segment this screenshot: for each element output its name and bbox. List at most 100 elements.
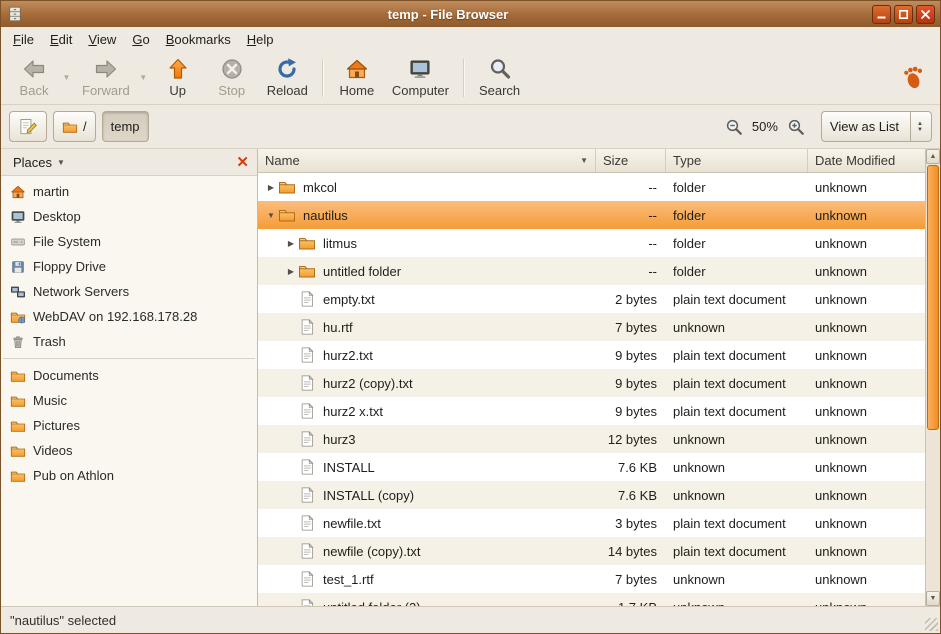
- home-button[interactable]: Home: [331, 54, 383, 101]
- file-type: folder: [666, 180, 808, 195]
- column-header-type[interactable]: Type: [666, 149, 808, 172]
- file-row-untitled-folder-2[interactable]: untitled folder (2)1.7 KBunknownunknown: [258, 593, 925, 606]
- file-icon: [298, 402, 316, 420]
- file-icon: [298, 542, 316, 560]
- menu-edit[interactable]: Edit: [42, 29, 80, 50]
- menu-file[interactable]: File: [5, 29, 42, 50]
- menu-help[interactable]: Help: [239, 29, 282, 50]
- column-header-size[interactable]: Size: [596, 149, 666, 172]
- expander-collapsed-icon[interactable]: ▶: [284, 267, 298, 276]
- file-type: unknown: [666, 320, 808, 335]
- sidebar-item-pub-on-athlon[interactable]: Pub on Athlon: [1, 463, 257, 488]
- file-row-hurz2-txt[interactable]: hurz2.txt9 bytesplain text documentunkno…: [258, 341, 925, 369]
- reload-button[interactable]: Reload: [260, 54, 315, 101]
- titlebar[interactable]: temp - File Browser: [1, 1, 940, 27]
- menu-bookmarks[interactable]: Bookmarks: [158, 29, 239, 50]
- sidebar-header: Places ▼ ✕: [1, 149, 257, 176]
- menu-view[interactable]: View: [80, 29, 124, 50]
- column-header-date-modified[interactable]: Date Modified: [808, 149, 925, 172]
- file-row-hurz2-copy-txt[interactable]: hurz2 (copy).txt9 bytesplain text docume…: [258, 369, 925, 397]
- file-row-litmus[interactable]: ▶litmus--folderunknown: [258, 229, 925, 257]
- sidebar-item-file-system[interactable]: File System: [1, 229, 257, 254]
- sidebar-item-videos[interactable]: Videos: [1, 438, 257, 463]
- scrollbar-track[interactable]: [926, 164, 940, 591]
- file-name: INSTALL: [323, 460, 375, 475]
- status-text: "nautilus" selected: [10, 613, 116, 628]
- file-row-empty-txt[interactable]: empty.txt2 bytesplain text documentunkno…: [258, 285, 925, 313]
- scroll-down-button[interactable]: ▼: [926, 591, 940, 606]
- arrow-left-icon: [22, 57, 46, 81]
- expander-collapsed-icon[interactable]: ▶: [264, 183, 278, 192]
- path-root-button[interactable]: /: [53, 111, 96, 142]
- sidebar-item-floppy-drive[interactable]: Floppy Drive: [1, 254, 257, 279]
- floppy-icon: [10, 259, 26, 275]
- file-size: 7.6 KB: [596, 488, 666, 503]
- file-row-hu-rtf[interactable]: hu.rtf7 bytesunknownunknown: [258, 313, 925, 341]
- home-icon: [10, 184, 26, 200]
- back-button[interactable]: Back: [8, 54, 60, 101]
- file-row-install-copy[interactable]: INSTALL (copy)7.6 KBunknownunknown: [258, 481, 925, 509]
- back-label: Back: [20, 83, 49, 98]
- file-row-newfile-txt[interactable]: newfile.txt3 bytesplain text documentunk…: [258, 509, 925, 537]
- zoom-out-button[interactable]: [723, 116, 745, 138]
- search-button[interactable]: Search: [472, 54, 527, 101]
- file-row-newfile-copy-txt[interactable]: newfile (copy).txt14 bytesplain text doc…: [258, 537, 925, 565]
- window-title: temp - File Browser: [30, 7, 866, 22]
- maximize-button[interactable]: [894, 5, 913, 24]
- resize-grip[interactable]: [925, 618, 938, 631]
- sidebar-close-button[interactable]: ✕: [234, 155, 251, 170]
- zoom-in-button[interactable]: [785, 116, 807, 138]
- file-row-untitled-folder[interactable]: ▶untitled folder--folderunknown: [258, 257, 925, 285]
- places-selector[interactable]: Places ▼: [9, 153, 69, 172]
- file-type: folder: [666, 264, 808, 279]
- back-history-dropdown[interactable]: ▼: [60, 54, 73, 101]
- sidebar-item-documents[interactable]: Documents: [1, 363, 257, 388]
- forward-history-dropdown[interactable]: ▼: [137, 54, 150, 101]
- sidebar-item-network-servers[interactable]: Network Servers: [1, 279, 257, 304]
- vertical-scrollbar[interactable]: ▲ ▼: [925, 149, 940, 606]
- sidebar-item-label: Documents: [33, 368, 99, 383]
- remote-folder-icon: [10, 309, 26, 325]
- file-name: test_1.rtf: [323, 572, 374, 587]
- expander-expanded-icon[interactable]: ▼: [264, 211, 278, 220]
- path-current-button[interactable]: temp: [102, 111, 149, 142]
- menu-go[interactable]: Go: [124, 29, 157, 50]
- column-header-name[interactable]: Name▼: [258, 149, 596, 172]
- file-row-nautilus[interactable]: ▼nautilus--folderunknown: [258, 201, 925, 229]
- file-modified: unknown: [808, 544, 925, 559]
- file-modified: unknown: [808, 404, 925, 419]
- file-row-test-1-rtf[interactable]: test_1.rtf7 bytesunknownunknown: [258, 565, 925, 593]
- computer-button[interactable]: Computer: [385, 54, 456, 101]
- scrollbar-thumb[interactable]: [927, 165, 939, 430]
- file-row-mkcol[interactable]: ▶mkcol--folderunknown: [258, 173, 925, 201]
- file-row-hurz3[interactable]: hurz312 bytesunknownunknown: [258, 425, 925, 453]
- file-row-hurz2-x-txt[interactable]: hurz2 x.txt9 bytesplain text documentunk…: [258, 397, 925, 425]
- sidebar-item-music[interactable]: Music: [1, 388, 257, 413]
- home-icon: [345, 57, 369, 81]
- stop-button[interactable]: Stop: [206, 54, 258, 101]
- file-icon: [298, 570, 316, 588]
- file-name: hurz2.txt: [323, 348, 373, 363]
- view-as-selector[interactable]: View as List ▲▼: [821, 111, 932, 142]
- toggle-location-entry-button[interactable]: [9, 111, 47, 142]
- computer-icon: [408, 57, 432, 81]
- sidebar-item-pictures[interactable]: Pictures: [1, 413, 257, 438]
- close-button[interactable]: [916, 5, 935, 24]
- scroll-up-button[interactable]: ▲: [926, 149, 940, 164]
- sidebar-item-desktop[interactable]: Desktop: [1, 204, 257, 229]
- up-button[interactable]: Up: [152, 54, 204, 101]
- expander-collapsed-icon[interactable]: ▶: [284, 239, 298, 248]
- forward-button[interactable]: Forward: [75, 54, 137, 101]
- file-icon: [298, 374, 316, 392]
- sidebar-item-martin[interactable]: martin: [1, 179, 257, 204]
- file-row-install[interactable]: INSTALL7.6 KBunknownunknown: [258, 453, 925, 481]
- sidebar-item-trash[interactable]: Trash: [1, 329, 257, 354]
- file-modified: unknown: [808, 460, 925, 475]
- sidebar-item-webdav-on-192-168-178-28[interactable]: WebDAV on 192.168.178.28: [1, 304, 257, 329]
- toolbar: Back▼Forward▼UpStopReloadHomeComputerSea…: [1, 51, 940, 105]
- reload-label: Reload: [267, 83, 308, 98]
- minimize-button[interactable]: [872, 5, 891, 24]
- toolbar-separator: [322, 59, 324, 97]
- location-bar: / temp 50% View as List ▲▼: [1, 105, 940, 149]
- folder-icon: [10, 393, 26, 409]
